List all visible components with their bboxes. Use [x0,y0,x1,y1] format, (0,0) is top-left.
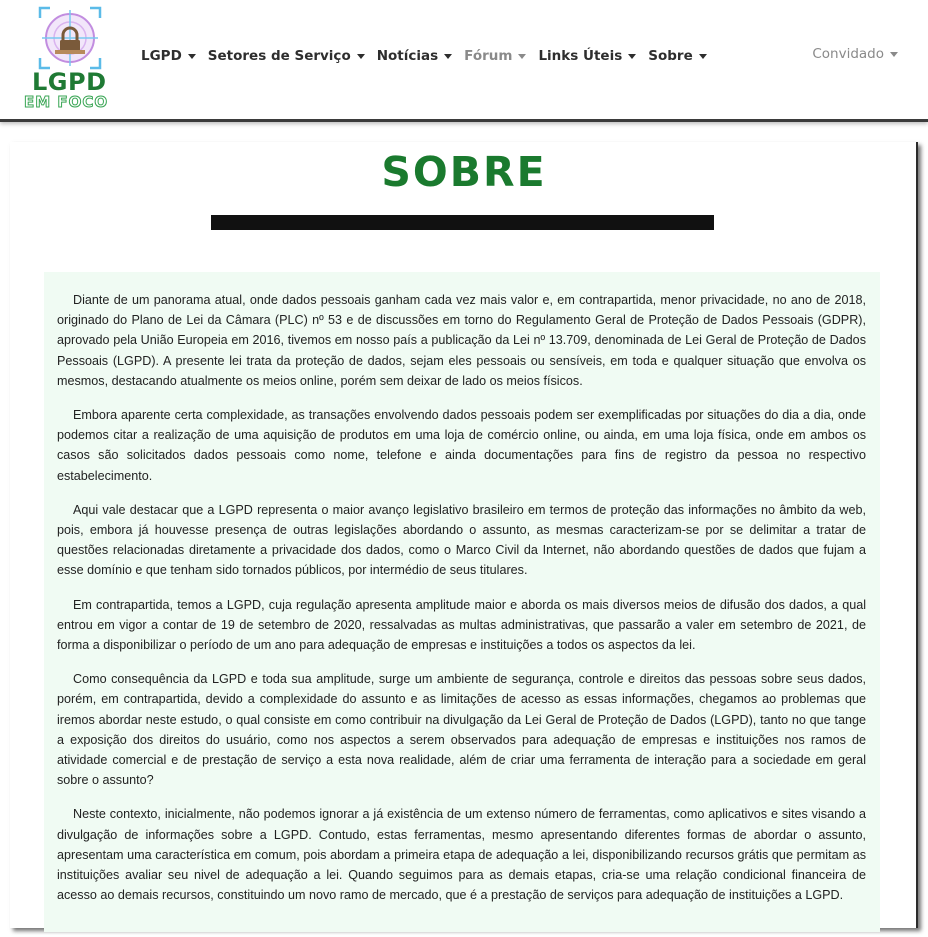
paragraph: Neste contexto, inicialmente, não podemo… [57,807,866,903]
main-nav: LGPD Setores de Serviço Notícias Fórum L… [141,46,719,66]
nav-item-lgpd[interactable]: LGPD [141,48,196,64]
user-label: Convidado [812,46,884,62]
nav-item-label: Fórum [464,48,513,64]
nav-item-label: Links Úteis [538,48,623,64]
paragraph: Aqui vale destacar que a LGPD representa… [57,502,866,578]
chevron-down-icon [518,53,527,59]
chevron-down-icon [356,53,365,59]
target-lock-icon [38,6,102,70]
nav-item-label: Sobre [648,48,693,64]
chevron-down-icon [444,53,453,59]
nav-item-noticias[interactable]: Notícias [376,48,453,64]
top-navbar: LGPD EM FOCO LGPD Setores de Serviço Not… [0,0,928,122]
title-divider [211,215,714,230]
chevron-down-icon [628,53,637,59]
nav-item-links-uteis[interactable]: Links Úteis [538,48,637,64]
logo-text-lgpd: LGPD [32,68,107,96]
nav-item-label: Setores de Serviço [207,48,351,64]
page-title: SOBRE [381,148,547,196]
nav-item-setores[interactable]: Setores de Serviço [208,48,365,64]
paragraph: Diante de um panorama atual, onde dados … [57,293,866,388]
nav-item-label: LGPD [141,48,182,64]
chevron-down-icon [698,53,707,59]
chevron-down-icon [890,51,898,57]
paragraph: Em contrapartida, temos a LGPD, cuja reg… [57,597,866,653]
nav-item-sobre[interactable]: Sobre [648,48,707,64]
site-logo[interactable]: LGPD EM FOCO [22,6,118,112]
nav-item-forum[interactable]: Fórum [464,48,527,64]
about-text-panel: Diante de um panorama atual, onde dados … [44,272,880,932]
paragraph: Como consequência da LGPD e toda sua amp… [57,672,866,788]
logo-text-em-foco: EM FOCO [23,93,109,112]
chevron-down-icon [187,53,196,59]
nav-item-label: Notícias [376,48,439,64]
paragraph: Embora aparente certa complexidade, as t… [57,408,866,483]
user-menu[interactable]: Convidado [812,46,898,62]
